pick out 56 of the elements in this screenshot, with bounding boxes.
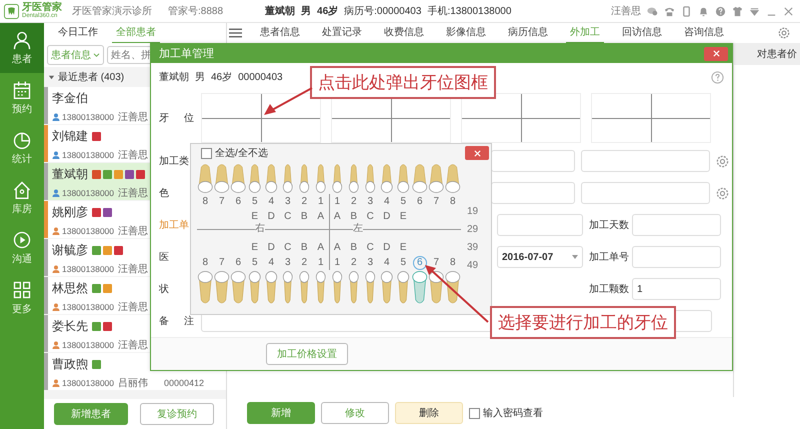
quadrant-number: 29 <box>467 224 478 234</box>
patient-name: 董斌朝 <box>52 166 88 183</box>
patient-name: 刘锦建 <box>52 128 88 145</box>
quadrant-number: 19 <box>467 206 478 216</box>
doctor-name: 汪善思 <box>118 224 148 238</box>
phone-number: 13800138000 <box>62 378 114 388</box>
patient-name: 林思然 <box>52 280 88 297</box>
patient-name: 姚刚彦 <box>52 204 88 221</box>
field-label: 加工颗数 <box>589 282 629 296</box>
phone-number: 13800138000 <box>62 302 114 312</box>
doctor-name: 汪善思 <box>118 338 148 352</box>
phone-number: 13800138000 <box>62 226 114 236</box>
doctor-name: 汪善思 <box>118 110 148 124</box>
record-number: 00000412 <box>164 378 204 388</box>
app-name: 牙医管家 <box>22 3 62 13</box>
side-label: 左 <box>353 224 363 234</box>
account-number: 管家号:8888 <box>168 4 224 18</box>
column-header: 对患者价 <box>734 43 800 65</box>
field-label: 牙 位 <box>159 112 195 125</box>
dialog-title: 加工单管理 <box>159 47 214 61</box>
patient-name: 董斌朝 <box>265 4 296 18</box>
patient-name: 董斌朝 <box>159 70 189 84</box>
instruction-tooltip: 点击此处弹出牙位图框 <box>310 66 496 99</box>
quadrant-number: 49 <box>467 260 478 270</box>
record-number: 00000403 <box>238 72 283 82</box>
doctor-name: 汪善思 <box>118 186 148 200</box>
field-label: 备 注 <box>159 314 195 328</box>
field-label: 医 <box>159 251 170 264</box>
phone-number: 13800138000 <box>62 188 114 198</box>
phone-number: 13800138000 <box>62 150 114 160</box>
quadrant-number: 39 <box>467 242 478 252</box>
patient-name: 娄长先 <box>52 318 88 335</box>
phone-number: 13800138000 <box>62 264 114 274</box>
phone-number: 手机:13800138000 <box>427 4 512 18</box>
instruction-tooltip: 选择要进行加工的牙位 <box>490 306 676 339</box>
clinic-name: 牙医管家演示诊所 <box>72 4 152 18</box>
doctor-name: 汪善思 <box>118 148 148 162</box>
doctor-name: 吕丽伟 <box>118 377 148 390</box>
doctor-name: 汪善思 <box>118 300 148 314</box>
phone-number: 13800138000 <box>62 112 114 122</box>
field-label: 加工单号 <box>589 250 629 264</box>
patient-sex: 男 <box>301 4 312 18</box>
patient-name: 李金伯 <box>52 90 88 107</box>
patient-age: 46岁 <box>211 70 232 84</box>
doctor-name: 汪善思 <box>118 262 148 276</box>
patient-name: 曹政煦 <box>52 356 88 373</box>
patient-age: 46岁 <box>317 4 338 18</box>
record-number: 病历号:00000403 <box>344 4 422 18</box>
patient-name: 谢毓彦 <box>52 242 88 259</box>
patient-sex: 男 <box>195 71 205 84</box>
field-label: 加工天数 <box>589 218 629 232</box>
field-label: 色 <box>159 187 170 200</box>
field-label: 加工单 <box>159 218 190 232</box>
field-label: 状 <box>159 282 170 296</box>
phone-number: 13800138000 <box>62 340 114 350</box>
side-label: 右 <box>255 224 265 234</box>
